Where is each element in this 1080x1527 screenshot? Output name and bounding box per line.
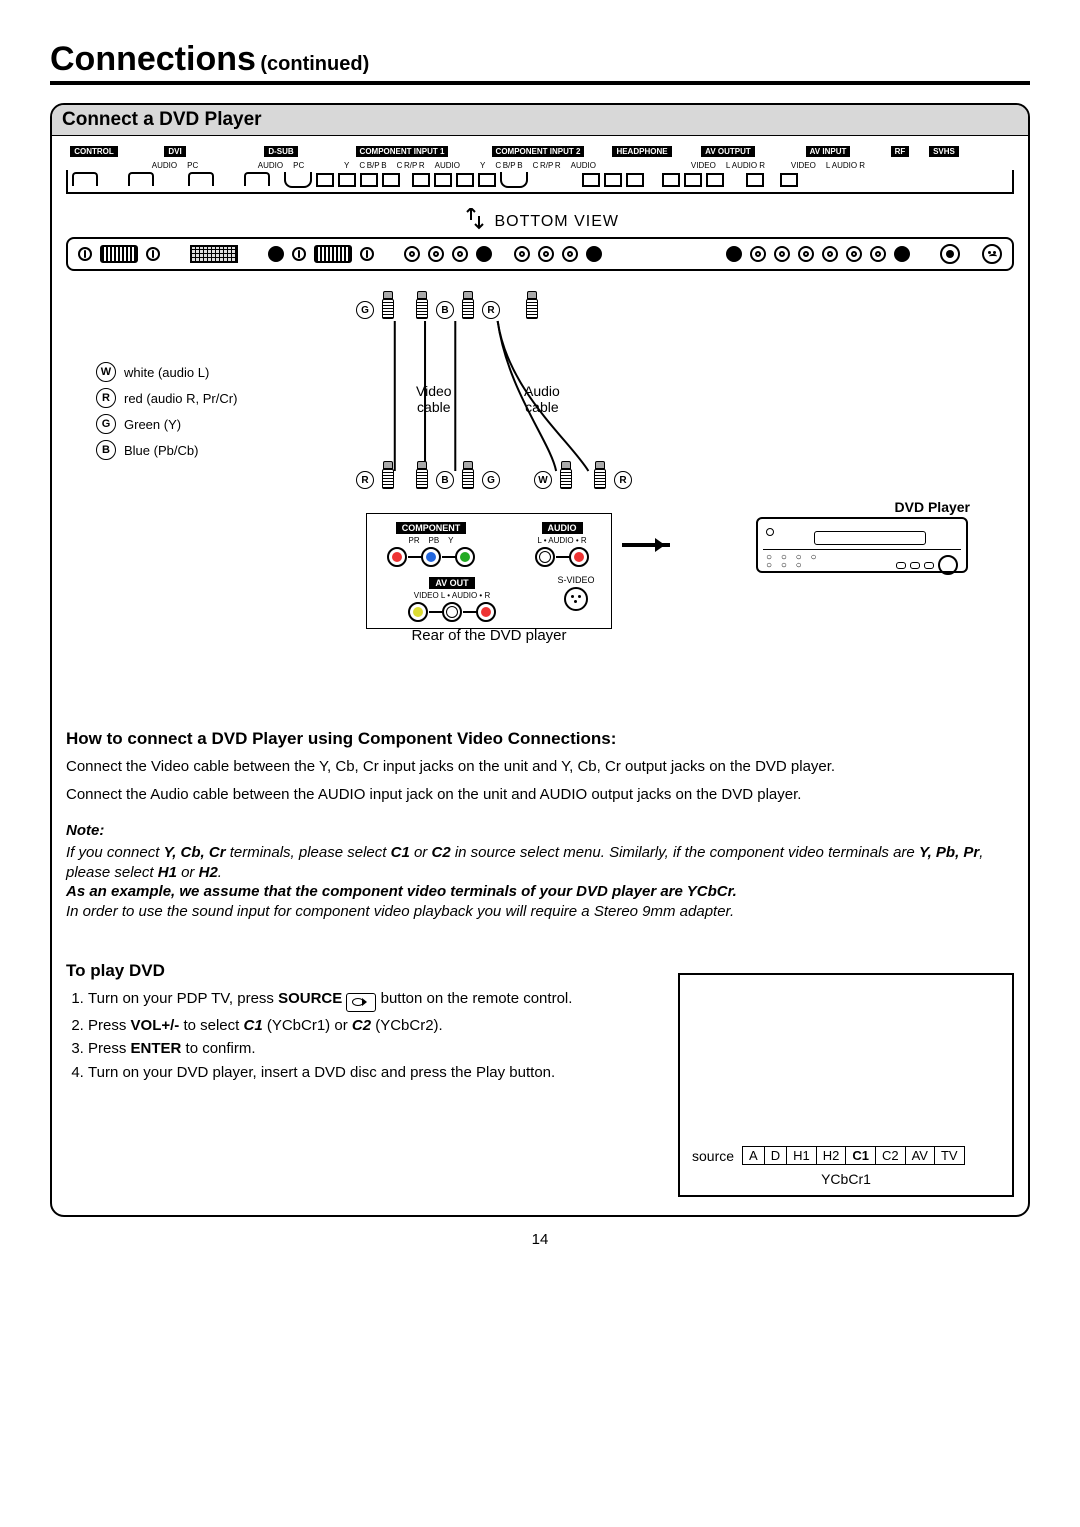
rear-panel-bar [66,237,1014,271]
audio-cable-label: Audio cable [524,383,560,415]
video-cable-label: Video cable [416,383,452,415]
page-title: Connections [50,40,256,78]
rear-caption: Rear of the DVD player [366,627,612,644]
s-video-label: S-VIDEO [547,575,605,585]
note-heading: Note: [66,822,1014,839]
label-control: CONTROL [70,146,118,157]
page-header: Connections (continued) [50,40,1030,85]
play-steps: Turn on your PDP TV, press SOURCE button… [66,989,652,1082]
card-title: Connect a DVD Player [52,105,1028,136]
osd-source-options: A D H1 H2 C1 C2 AV TV [742,1146,965,1165]
howto-heading: How to connect a DVD Player using Compon… [66,729,1014,749]
dvd-player-icon: ○ ○ ○ ○○ ○ ○ [756,517,968,573]
osd-screen: source A D H1 H2 C1 C2 AV TV [678,973,1014,1197]
label-avin: AV INPUT [806,146,851,157]
s-video-jack-icon [564,587,588,611]
source-button-icon [346,993,376,1012]
connector-labels-row: CONTROL DVI AUDIOPC D-SUB AUDIOPC COMPON… [66,146,1014,170]
arrow-right-icon [622,543,670,547]
label-svhs: SVHS [929,146,959,157]
dvd-player-label: DVD Player [895,499,970,515]
color-legend: Wwhite (audio L) Rred (audio R, Pr/Cr) G… [96,356,237,466]
label-rf: RF [891,146,910,157]
connect-card: Connect a DVD Player CONTROL DVI AUDIOPC… [50,103,1030,1217]
howto-p1: Connect the Video cable between the Y, C… [66,757,1014,777]
label-dsub: D-SUB [264,146,297,157]
cable-curves-icon [66,291,1014,711]
up-down-arrow-icon [461,208,489,230]
label-comp2: COMPONENT INPUT 2 [492,146,585,157]
label-headphone: HEADPHONE [612,146,671,157]
bottom-view-label: BOTTOM VIEW [66,208,1014,231]
wiring-diagram: G B R R B G [66,291,1014,711]
page-number: 14 [50,1231,1030,1248]
rf-jack-icon [940,244,960,264]
plug-b: B [436,301,454,319]
label-dvi: DVI [164,146,185,157]
page-subtitle: (continued) [260,53,369,75]
plug-r: R [482,301,500,319]
connector-strip [66,170,1014,194]
dvd-rear-panel: COMPONENT PR PB Y AUDIO L • AUDIO • R [366,513,612,629]
label-comp1: COMPONENT INPUT 1 [356,146,449,157]
howto-p2: Connect the Audio cable between the AUDI… [66,785,1014,805]
osd-selected: C1 [846,1147,876,1164]
osd-source-label: source [692,1148,734,1164]
play-heading: To play DVD [66,961,652,981]
osd-sub-label: YCbCr1 [680,1171,1012,1187]
note-body: If you connect Y, Cb, Cr terminals, plea… [66,843,1014,921]
label-avout: AV OUTPUT [701,146,755,157]
svhs-jack-icon [982,244,1002,264]
plug-g: G [356,301,374,319]
